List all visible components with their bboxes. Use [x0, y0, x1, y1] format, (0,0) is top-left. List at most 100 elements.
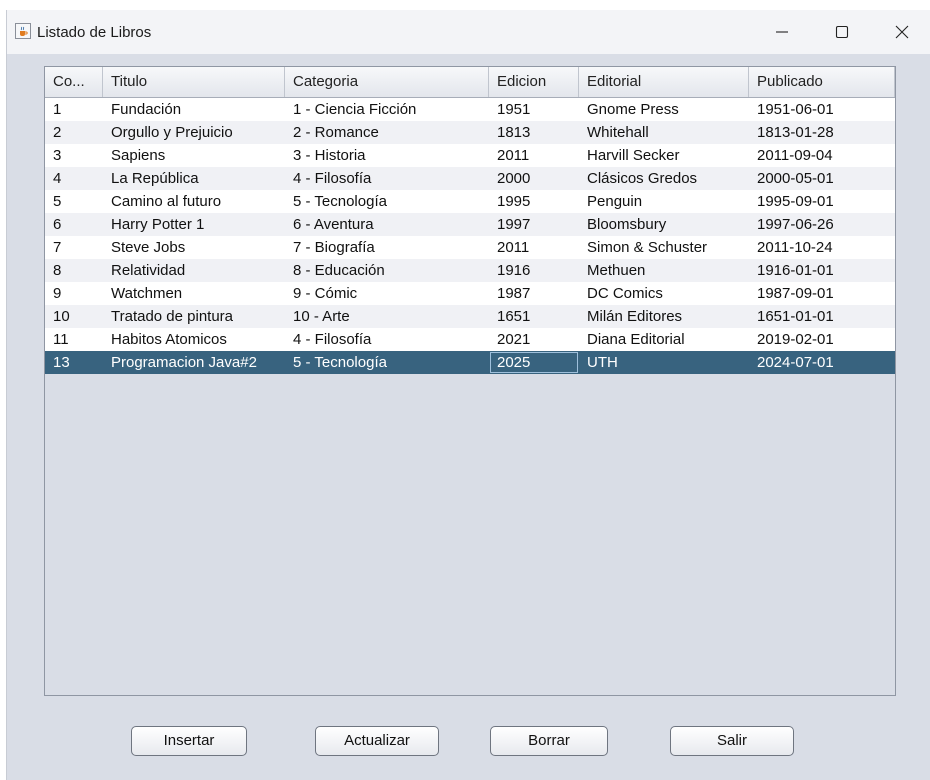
cell-codigo[interactable]: 6 [45, 213, 103, 236]
cell-publicado[interactable]: 2011-09-04 [749, 144, 895, 167]
cell-publicado[interactable]: 1651-01-01 [749, 305, 895, 328]
cell-editorial[interactable]: UTH [579, 351, 749, 374]
cell-publicado[interactable]: 2011-10-24 [749, 236, 895, 259]
cell-titulo[interactable]: La República [103, 167, 285, 190]
table-row[interactable]: 6 Harry Potter 16 - Aventura 1997 Bloomsbur… [45, 213, 895, 236]
cell-titulo[interactable]: Fundación [103, 98, 285, 121]
cell-categoria[interactable]: 9 - Cómic [285, 282, 489, 305]
books-table[interactable]: Co... Titulo Categoria Edicion Editorial… [44, 66, 896, 696]
cell-categoria[interactable]: 5 - Tecnología [285, 351, 489, 374]
column-header-titulo[interactable]: Titulo [103, 67, 285, 97]
cell-codigo[interactable]: 11 [45, 328, 103, 351]
table-row[interactable]: 1 Fundación 1 - Ciencia Ficción 1951 Gnome P… [45, 98, 895, 121]
cell-codigo[interactable]: 5 [45, 190, 103, 213]
cell-titulo[interactable]: Tratado de pintura [103, 305, 285, 328]
cell-codigo[interactable]: 8 [45, 259, 103, 282]
table-row[interactable]: 4 La República 4 - Filosofía 2000 Clásicos G… [45, 167, 895, 190]
cell-editorial[interactable]: Harvill Secker [579, 144, 749, 167]
cell-edicion[interactable]: 1951 [489, 98, 579, 121]
cell-titulo[interactable]: Habitos Atomicos [103, 328, 285, 351]
cell-titulo[interactable]: Relatividad [103, 259, 285, 282]
cell-codigo[interactable]: 13 [45, 351, 103, 374]
maximize-button[interactable] [819, 10, 865, 54]
cell-edicion[interactable]: 2025 [489, 351, 579, 374]
cell-editorial[interactable]: Gnome Press [579, 98, 749, 121]
cell-publicado[interactable]: 2024-07-01 [749, 351, 895, 374]
cell-titulo[interactable]: Watchmen [103, 282, 285, 305]
table-row[interactable]: 2 Orgullo y Prejuicio 2 - Romance 1813 White… [45, 121, 895, 144]
insert-button[interactable]: Insertar [131, 726, 247, 756]
cell-edicion[interactable]: 1813 [489, 121, 579, 144]
cell-categoria[interactable]: 10 - Arte [285, 305, 489, 328]
cell-codigo[interactable]: 3 [45, 144, 103, 167]
cell-edicion[interactable]: 1916 [489, 259, 579, 282]
cell-edicion[interactable]: 2021 [489, 328, 579, 351]
cell-edicion[interactable]: 1995 [489, 190, 579, 213]
cell-editorial[interactable]: Diana Editorial [579, 328, 749, 351]
cell-editorial[interactable]: Whitehall [579, 121, 749, 144]
cell-categoria[interactable]: 1 - Ciencia Ficción [285, 98, 489, 121]
cell-publicado[interactable]: 1916-01-01 [749, 259, 895, 282]
cell-categoria[interactable]: 2 - Romance [285, 121, 489, 144]
delete-button[interactable]: Borrar [490, 726, 608, 756]
cell-editorial[interactable]: Methuen [579, 259, 749, 282]
table-row[interactable]: 13 Programacion Java#2 5 - Tecnología 2025 U… [45, 351, 895, 374]
cell-publicado[interactable]: 1987-09-01 [749, 282, 895, 305]
minimize-button[interactable] [759, 10, 805, 54]
table-row[interactable]: 3 Sapiens 3 - Historia 2011 Harvill Secker 20… [45, 144, 895, 167]
cell-codigo[interactable]: 9 [45, 282, 103, 305]
title-bar[interactable]: Listado de Libros [7, 10, 930, 54]
cell-publicado[interactable]: 1995-09-01 [749, 190, 895, 213]
table-row[interactable]: 8 Relatividad 8 - Educación 1916 Methuen 1916… [45, 259, 895, 282]
cell-categoria[interactable]: 5 - Tecnología [285, 190, 489, 213]
table-row[interactable]: 5 Camino al futuro 5 - Tecnología 1995 Pengu… [45, 190, 895, 213]
exit-button[interactable]: Salir [670, 726, 794, 756]
cell-codigo[interactable]: 4 [45, 167, 103, 190]
cell-titulo[interactable]: Steve Jobs [103, 236, 285, 259]
cell-edicion[interactable]: 2011 [489, 236, 579, 259]
cell-categoria[interactable]: 3 - Historia [285, 144, 489, 167]
column-header-edicion[interactable]: Edicion [489, 67, 579, 97]
cell-edicion[interactable]: 2000 [489, 167, 579, 190]
cell-edicion[interactable]: 1651 [489, 305, 579, 328]
cell-categoria[interactable]: 4 - Filosofía [285, 328, 489, 351]
java-cup-icon[interactable] [15, 23, 31, 39]
cell-publicado[interactable]: 1997-06-26 [749, 213, 895, 236]
cell-edicion[interactable]: 1987 [489, 282, 579, 305]
column-header-editorial[interactable]: Editorial [579, 67, 749, 97]
cell-codigo[interactable]: 1 [45, 98, 103, 121]
cell-publicado[interactable]: 2000-05-01 [749, 167, 895, 190]
cell-publicado[interactable]: 2019-02-01 [749, 328, 895, 351]
column-header-publicado[interactable]: Publicado [749, 67, 895, 97]
table-row[interactable]: 11 Habitos Atomicos 4 - Filosofía 2021 Diana… [45, 328, 895, 351]
cell-titulo[interactable]: Programacion Java#2 [103, 351, 285, 374]
close-button[interactable] [879, 10, 925, 54]
cell-titulo[interactable]: Camino al futuro [103, 190, 285, 213]
cell-categoria[interactable]: 6 - Aventura [285, 213, 489, 236]
cell-codigo[interactable]: 2 [45, 121, 103, 144]
cell-codigo[interactable]: 10 [45, 305, 103, 328]
cell-edicion[interactable]: 2011 [489, 144, 579, 167]
cell-edicion[interactable]: 1997 [489, 213, 579, 236]
cell-categoria[interactable]: 7 - Biografía [285, 236, 489, 259]
update-button[interactable]: Actualizar [315, 726, 439, 756]
cell-publicado[interactable]: 1951-06-01 [749, 98, 895, 121]
cell-editorial[interactable]: Clásicos Gredos [579, 167, 749, 190]
cell-editorial[interactable]: DC Comics [579, 282, 749, 305]
table-row[interactable]: 9 Watchmen 9 - Cómic 1987 DC Comics 1987-09-0… [45, 282, 895, 305]
cell-categoria[interactable]: 8 - Educación [285, 259, 489, 282]
cell-titulo[interactable]: Harry Potter 1 [103, 213, 285, 236]
cell-editorial[interactable]: Milán Editores [579, 305, 749, 328]
cell-editorial[interactable]: Bloomsbury [579, 213, 749, 236]
table-row[interactable]: 7 Steve Jobs 7 - Biografía 2011 Simon & Schu… [45, 236, 895, 259]
table-row[interactable]: 10 Tratado de pintura 10 - Arte 1651 Milán E… [45, 305, 895, 328]
cell-categoria[interactable]: 4 - Filosofía [285, 167, 489, 190]
column-header-categoria[interactable]: Categoria [285, 67, 489, 97]
cell-codigo[interactable]: 7 [45, 236, 103, 259]
cell-editorial[interactable]: Simon & Schuster [579, 236, 749, 259]
cell-titulo[interactable]: Orgullo y Prejuicio [103, 121, 285, 144]
cell-publicado[interactable]: 1813-01-28 [749, 121, 895, 144]
cell-editorial[interactable]: Penguin [579, 190, 749, 213]
cell-titulo[interactable]: Sapiens [103, 144, 285, 167]
column-header-codigo[interactable]: Co... [45, 67, 103, 97]
